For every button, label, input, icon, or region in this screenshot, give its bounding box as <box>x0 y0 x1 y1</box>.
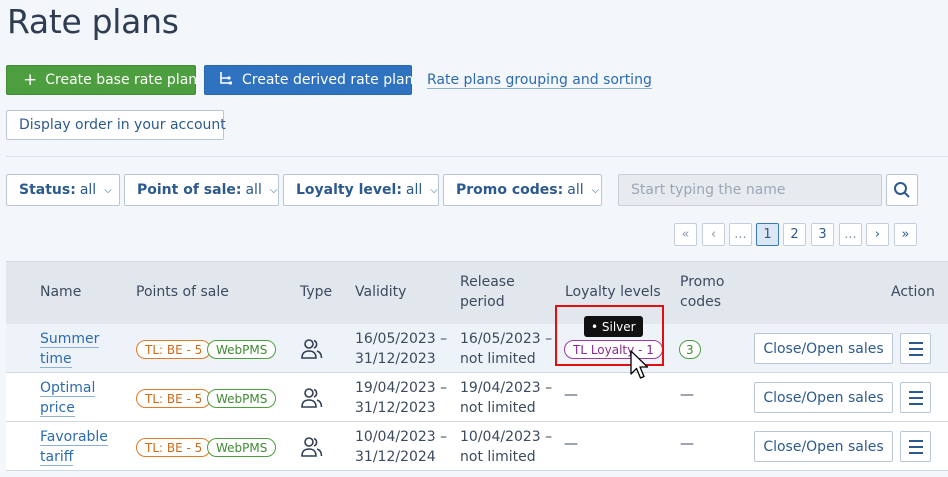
row-menu-button[interactable] <box>900 382 931 413</box>
pos-tag: WebPMS <box>207 438 277 457</box>
header-type: Type <box>300 284 333 300</box>
validity-end: 31/12/2023 <box>355 400 436 416</box>
create-derived-label: Create derived rate plan <box>242 72 414 88</box>
header-promo-line2: codes <box>680 294 722 310</box>
header-release-line1: Release <box>460 274 515 290</box>
pos-tag: TL: BE - 5 <box>136 389 212 408</box>
header-release-line2: period <box>460 294 505 310</box>
validity-end: 31/12/2024 <box>355 449 436 465</box>
promo-empty: — <box>680 436 694 452</box>
loyalty-level-filter[interactable]: Loyalty level: all ⌵ <box>283 174 439 206</box>
page-title: Rate plans <box>7 2 179 41</box>
pos-tag: TL: BE - 5 <box>136 438 212 457</box>
point-of-sale-filter[interactable]: Point of sale: all ⌵ <box>124 174 279 206</box>
release-start: 19/04/2023 – <box>460 380 553 396</box>
search-input[interactable]: Start typing the name <box>618 174 882 206</box>
validity-start: 10/04/2023 – <box>355 429 448 445</box>
page-2-button[interactable]: 2 <box>783 223 806 246</box>
pagination-ellipsis: ... <box>839 223 862 246</box>
last-page-button[interactable]: » <box>894 223 917 246</box>
close-open-sales-button[interactable]: Close/Open sales <box>754 333 893 364</box>
close-open-sales-button[interactable]: Close/Open sales <box>754 431 893 462</box>
rate-plan-name-link[interactable]: Summer time <box>40 329 100 369</box>
pos-tag: TL: BE - 5 <box>136 340 212 359</box>
loyalty-tooltip: • Silver <box>584 316 643 337</box>
header-points-of-sale: Points of sale <box>136 284 229 300</box>
chevron-down-icon: ⌵ <box>104 184 112 196</box>
search-icon <box>894 182 910 198</box>
mouse-cursor-icon <box>630 350 649 379</box>
release-start: 10/04/2023 – <box>460 429 553 445</box>
hamburger-icon <box>908 438 923 456</box>
next-page-button[interactable]: › <box>866 223 889 246</box>
release-end: not limited <box>460 449 536 465</box>
promo-codes-filter[interactable]: Promo codes: all ⌵ <box>443 174 602 206</box>
release-end: not limited <box>460 400 536 416</box>
first-page-button[interactable]: « <box>674 223 697 246</box>
chevron-down-icon: ⌵ <box>430 184 438 196</box>
divider <box>6 156 948 157</box>
chevron-down-icon: ⌵ <box>591 184 600 196</box>
status-filter[interactable]: Status: all ⌵ <box>6 174 120 206</box>
validity-start: 19/04/2023 – <box>355 380 448 396</box>
users-icon <box>301 388 323 408</box>
pos-tag: WebPMS <box>207 389 277 408</box>
loyalty-empty: — <box>564 436 578 452</box>
search-button[interactable] <box>886 174 918 206</box>
promo-count-badge[interactable]: 3 <box>679 340 701 359</box>
loyalty-empty: — <box>564 387 578 403</box>
table-header: Name Points of sale Type Validity Releas… <box>6 261 948 324</box>
release-start: 16/05/2023 – <box>460 331 553 347</box>
row-menu-button[interactable] <box>900 333 931 364</box>
hamburger-icon <box>908 340 923 358</box>
table-row: Favorable tariff TL: BE - 5 WebPMS 10/04/… <box>6 422 948 471</box>
header-validity: Validity <box>355 284 407 300</box>
grouping-sorting-link[interactable]: Rate plans grouping and sorting <box>427 72 652 89</box>
create-base-rate-plan-button[interactable]: + Create base rate plan <box>6 65 198 95</box>
table-row: Optimal price TL: BE - 5 WebPMS 19/04/202… <box>6 373 948 422</box>
header-loyalty-levels: Loyalty levels <box>565 284 661 300</box>
page-1-button[interactable]: 1 <box>756 223 779 246</box>
rate-plan-name-link[interactable]: Optimal price <box>40 378 96 418</box>
promo-empty: — <box>680 387 694 403</box>
header-action: Action <box>891 284 935 300</box>
header-promo-line1: Promo <box>680 274 725 290</box>
pos-tag: WebPMS <box>207 340 277 359</box>
create-derived-rate-plan-button[interactable]: Create derived rate plan <box>204 65 414 95</box>
page-3-button[interactable]: 3 <box>811 223 834 246</box>
derived-tree-icon <box>218 70 234 90</box>
validity-start: 16/05/2023 – <box>355 331 448 347</box>
users-icon <box>301 339 323 359</box>
chevron-down-icon: ⌵ <box>269 184 278 196</box>
create-base-label: Create base rate plan <box>45 72 198 88</box>
plus-icon: + <box>23 69 38 90</box>
rate-plan-name-link[interactable]: Favorable tariff <box>40 427 108 467</box>
table-row: Summer time TL: BE - 5 WebPMS 16/05/2023 … <box>6 324 948 373</box>
prev-page-button[interactable]: ‹ <box>702 223 725 246</box>
row-menu-button[interactable] <box>900 431 931 462</box>
pagination-ellipsis: ... <box>729 223 752 246</box>
header-name: Name <box>40 284 82 300</box>
close-open-sales-button[interactable]: Close/Open sales <box>754 382 893 413</box>
validity-end: 31/12/2023 <box>355 351 436 367</box>
release-end: not limited <box>460 351 536 367</box>
hamburger-icon <box>908 389 923 407</box>
users-icon <box>301 437 323 457</box>
display-order-button[interactable]: Display order in your account <box>6 110 226 140</box>
